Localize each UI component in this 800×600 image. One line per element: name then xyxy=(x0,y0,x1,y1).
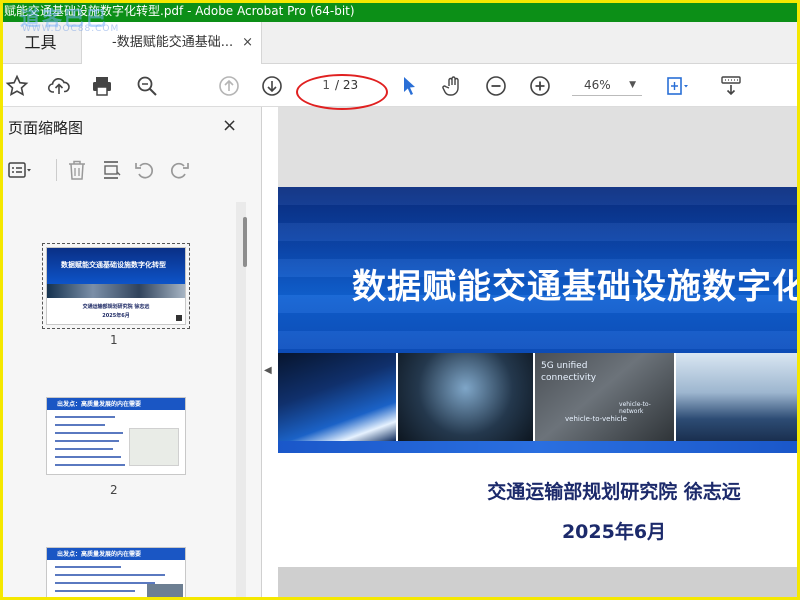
photo-port-cranes xyxy=(676,353,800,441)
thumbnail-number: 1 xyxy=(110,333,118,347)
photo-connected-vehicles: 5G unified connectivity vehicle-to-vehic… xyxy=(535,353,675,441)
main-toolbar: 1 / 23 46% ▼ xyxy=(0,64,800,107)
star-icon[interactable] xyxy=(4,73,30,99)
trash-icon[interactable] xyxy=(64,157,90,183)
slide-title: 数据赋能交通基础设施数字化 xyxy=(352,267,800,307)
thumbnail-date: 2025年6月 xyxy=(102,313,130,319)
thumbnail-title: 出发点：高质量发展的内在需要 xyxy=(57,401,142,408)
thumbnail-corner-mark xyxy=(176,315,182,321)
thumbnail-text-line xyxy=(55,590,135,592)
thumbnail-header: 出发点：高质量发展的内在需要 xyxy=(47,398,185,410)
slide-date: 2025年6月 xyxy=(561,521,667,543)
photo-label: vehicle-to-vehicle xyxy=(565,415,627,423)
thumbnail-map-image xyxy=(129,428,179,466)
fit-page-icon[interactable] xyxy=(663,73,689,99)
watermark-url: WWW.DOC88.COM xyxy=(22,24,120,34)
tab-bar: 工具 -数据赋能交通基础... × xyxy=(0,22,800,64)
thumbnail-text-line xyxy=(55,424,105,426)
tab-document-label: -数据赋能交通基础... xyxy=(112,35,234,50)
photo-label: connectivity xyxy=(541,373,597,383)
collapse-panel-icon[interactable]: ◀ xyxy=(264,365,272,376)
photo-label: vehicle-to-network xyxy=(619,401,651,415)
photo-car-interior xyxy=(397,353,534,441)
search-zoom-icon[interactable] xyxy=(134,73,160,99)
thumbnail-text-line xyxy=(55,448,113,450)
zoom-value: 46% xyxy=(584,78,611,92)
chevron-down-icon: ▼ xyxy=(629,80,636,90)
thumbnail-page-3[interactable]: 出发点：高质量发展的内在需要 xyxy=(46,547,186,600)
close-tab-icon[interactable]: × xyxy=(242,22,253,64)
thumbnail-text-line xyxy=(55,432,123,434)
thumbnail-photo xyxy=(147,584,183,600)
thumbnail-subtitle: 交通运输部规划研究院 徐志远 xyxy=(82,304,150,310)
page-down-icon[interactable] xyxy=(259,73,285,99)
thumbnail-page-2[interactable]: 出发点：高质量发展的内在需要 xyxy=(46,397,186,475)
thumbnail-text-line xyxy=(55,456,121,458)
more-tools-icon[interactable] xyxy=(718,73,744,99)
thumbnail-text-line xyxy=(55,440,119,442)
close-panel-icon[interactable]: × xyxy=(222,115,237,136)
page-up-icon[interactable] xyxy=(216,73,242,99)
print-icon[interactable] xyxy=(89,73,115,99)
rotate-left-icon[interactable] xyxy=(132,157,158,183)
thumbnail-text-line xyxy=(55,574,165,576)
thumbnail-text-line xyxy=(55,416,115,418)
slide-affiliation: 交通运输部规划研究院 徐志远 xyxy=(487,481,741,503)
photo-label: 5G unified xyxy=(541,361,588,371)
thumbnails-panel: 页面缩略图 × 数据赋能交通基础设施数字化转型 交通运输部规划研究院 徐志远 2… xyxy=(0,107,262,600)
thumbnail-title: 数据赋能交通基础设施数字化转型 xyxy=(61,261,166,269)
panel-title: 页面缩略图 xyxy=(8,119,84,137)
slide-page: 数据赋能交通基础设施数字化 5G unified connectivity ve… xyxy=(278,107,800,567)
thumbnail-title: 出发点：高质量发展的内在需要 xyxy=(57,551,142,558)
thumbnail-text-line xyxy=(55,464,125,466)
thumbnail-photo-strip xyxy=(47,284,185,298)
slide-blue-strip xyxy=(278,441,800,453)
select-arrow-icon[interactable] xyxy=(396,73,422,99)
thumbnail-number: 2 xyxy=(110,483,118,497)
document-view[interactable]: 数据赋能交通基础设施数字化 5G unified connectivity ve… xyxy=(278,107,800,600)
rotate-right-icon[interactable] xyxy=(166,157,192,183)
thumbnail-page-1[interactable]: 数据赋能交通基础设施数字化转型 交通运输部规划研究院 徐志远 2025年6月 xyxy=(42,243,190,329)
toolbar-divider xyxy=(56,159,57,181)
hand-icon[interactable] xyxy=(440,73,466,99)
photo-city-highway xyxy=(278,353,396,441)
cloud-upload-icon[interactable] xyxy=(46,73,72,99)
thumbnail-title-band: 数据赋能交通基础设施数字化转型 xyxy=(47,248,185,284)
annotation-ellipse xyxy=(296,74,388,110)
zoom-select[interactable]: 46% ▼ xyxy=(572,74,642,96)
thumbnail-text-line xyxy=(55,582,155,584)
slide-top-margin xyxy=(278,107,800,187)
panel-scrollbar-thumb[interactable] xyxy=(243,217,247,267)
thumbnail-text-line xyxy=(55,566,121,568)
window-title-bar: 赋能交通基础设施数字化转型.pdf - Adobe Acrobat Pro (6… xyxy=(0,0,800,22)
zoom-out-icon[interactable] xyxy=(483,73,509,99)
panel-toolbar xyxy=(0,152,262,188)
slide-photo-strip: 5G unified connectivity vehicle-to-vehic… xyxy=(278,353,800,441)
thumbnail-header: 出发点：高质量发展的内在需要 xyxy=(47,548,185,560)
options-menu-icon[interactable] xyxy=(6,157,32,183)
insert-page-icon[interactable] xyxy=(98,157,124,183)
document-gap xyxy=(278,567,800,600)
zoom-in-icon[interactable] xyxy=(527,73,553,99)
